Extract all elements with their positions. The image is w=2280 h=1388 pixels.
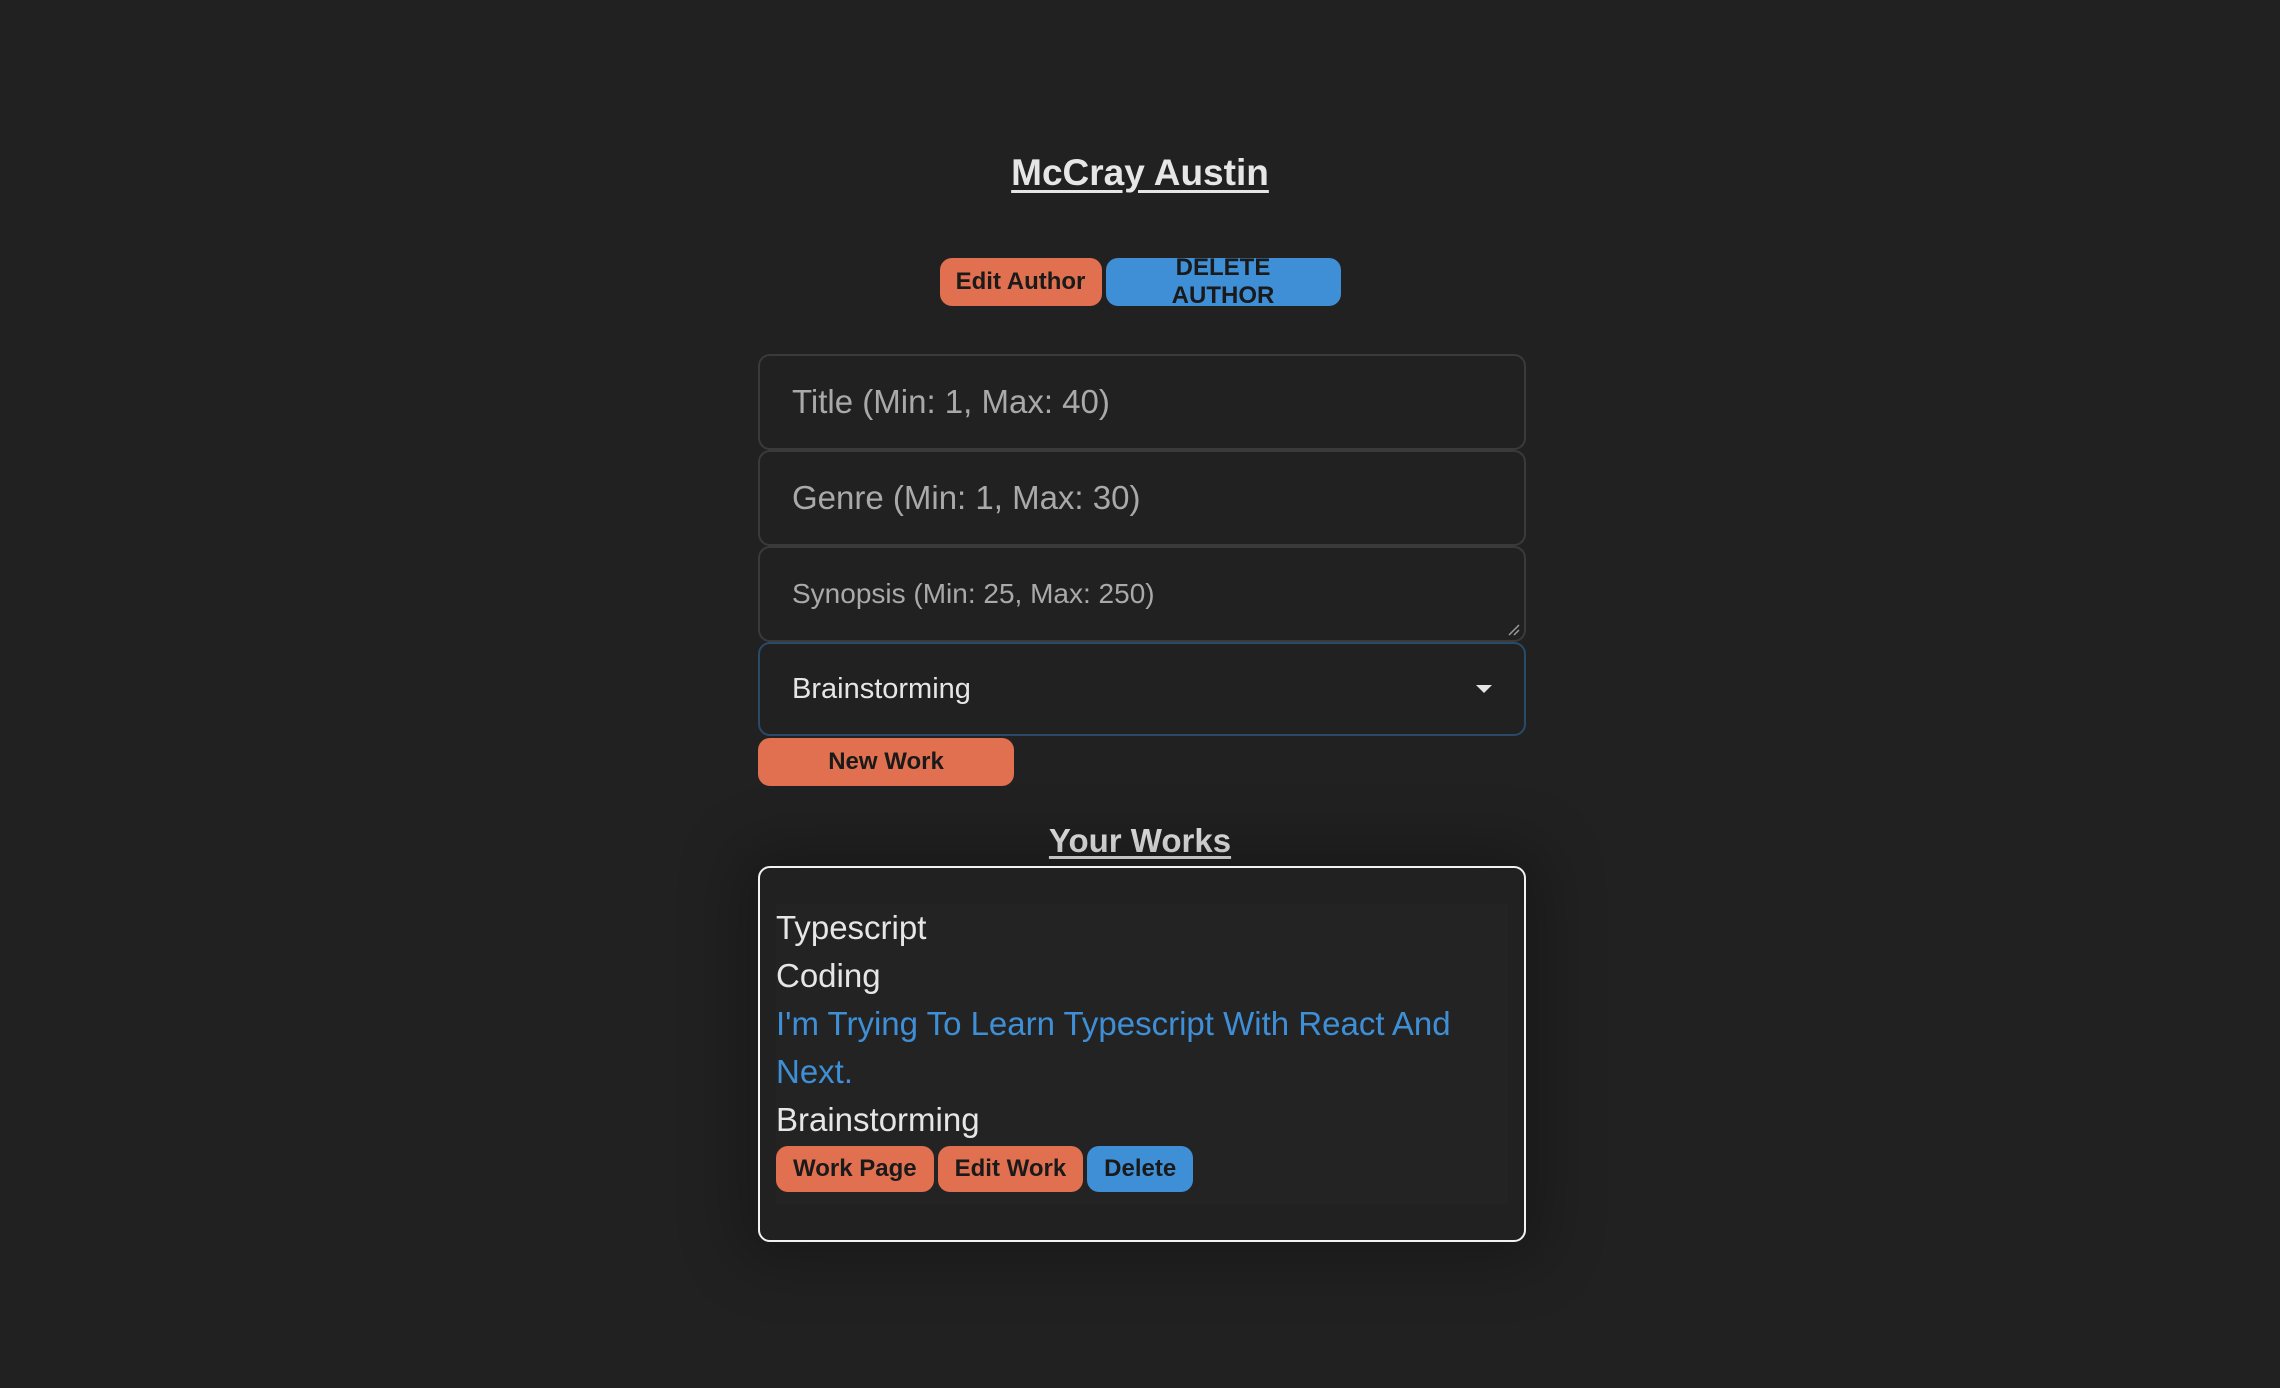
genre-input[interactable]: Genre (Min: 1, Max: 30)	[758, 450, 1526, 546]
title-input[interactable]: Title (Min: 1, Max: 40)	[758, 354, 1526, 450]
author-page: McCray Austin Edit Author DELETE AUTHOR …	[0, 0, 2280, 1388]
work-card: Typescript Coding I'm Trying To Learn Ty…	[776, 904, 1508, 1204]
work-page-button[interactable]: Work Page	[776, 1146, 934, 1192]
new-work-button[interactable]: New Work	[758, 738, 1014, 786]
edit-author-button[interactable]: Edit Author	[939, 258, 1102, 306]
delete-work-button[interactable]: Delete	[1087, 1146, 1194, 1192]
status-selected-value: Brainstorming	[792, 672, 971, 705]
edit-work-button[interactable]: Edit Work	[937, 1146, 1084, 1192]
your-works-heading: Your Works	[1048, 822, 1232, 859]
resize-grip-icon[interactable]	[1506, 622, 1520, 636]
works-list: Typescript Coding I'm Trying To Learn Ty…	[758, 866, 1526, 1242]
author-actions: Edit Author DELETE AUTHOR	[0, 254, 2280, 309]
synopsis-placeholder: Synopsis (Min: 25, Max: 250)	[792, 578, 1155, 609]
new-work-form: Title (Min: 1, Max: 40) Genre (Min: 1, M…	[758, 354, 1526, 786]
delete-author-button[interactable]: DELETE AUTHOR	[1105, 254, 1341, 309]
work-status: Brainstorming	[776, 1101, 980, 1138]
author-name-heading: McCray Austin	[1011, 152, 1269, 193]
synopsis-textarea[interactable]: Synopsis (Min: 25, Max: 250)	[758, 546, 1526, 642]
work-synopsis: I'm Trying To Learn Typescript With Reac…	[776, 1005, 1451, 1090]
work-actions: Work Page Edit Work Delete	[776, 1146, 1508, 1192]
chevron-down-icon	[1476, 685, 1492, 693]
work-title: Typescript	[776, 909, 927, 946]
work-genre: Coding	[776, 957, 881, 994]
status-select[interactable]: Brainstorming	[758, 642, 1526, 736]
